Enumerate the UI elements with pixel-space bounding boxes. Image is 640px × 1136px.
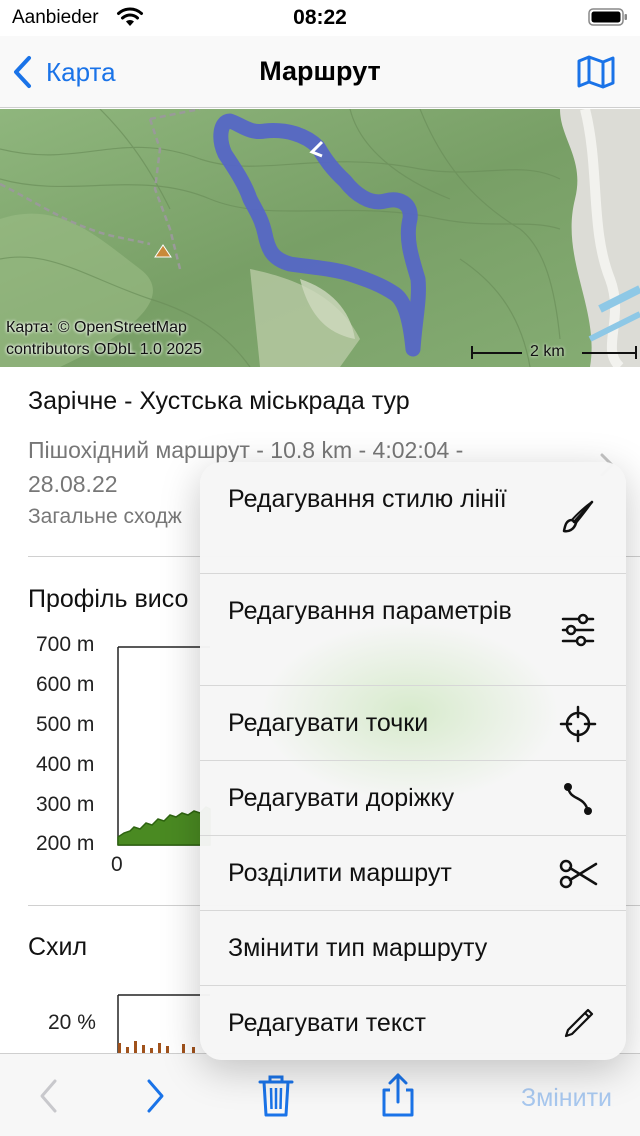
route-map[interactable]: Карта: © OpenStreetMap contributors ODbL… — [0, 109, 640, 367]
slope-bar — [166, 1046, 169, 1053]
context-menu: Редагування стилю лінії Редагування пара… — [200, 462, 626, 1060]
next-button[interactable] — [146, 1078, 166, 1114]
map-scale: 2 km — [470, 341, 640, 363]
map-attribution: Карта: © OpenStreetMap contributors ODbL… — [6, 319, 202, 358]
menu-item-label: Редагувати текст — [228, 1009, 426, 1037]
menu-item-label: Редагування стилю лінії — [228, 485, 507, 513]
clock: 08:22 — [293, 6, 347, 29]
menu-item-edit-line-style[interactable]: Редагування стилю лінії — [200, 462, 626, 574]
menu-item-change-route-type[interactable]: Змінити тип маршруту — [200, 911, 626, 986]
slope-bar — [142, 1045, 145, 1053]
brush-icon — [562, 500, 594, 533]
scissors-icon — [559, 859, 598, 889]
menu-item-label: Змінити тип маршруту — [228, 934, 488, 962]
battery-icon — [588, 8, 627, 26]
navigation-bar: Карта Маршрут — [0, 36, 640, 108]
menu-item-label: Редагувати точки — [228, 709, 429, 737]
menu-item-label: Редагувати доріжку — [228, 784, 455, 812]
scale-label: 2 km — [530, 343, 565, 360]
path-icon — [564, 783, 592, 815]
bottom-toolbar: Змінити — [0, 1053, 640, 1136]
menu-item-edit-track[interactable]: Редагувати доріжку — [200, 761, 626, 836]
pencil-icon — [564, 1008, 594, 1038]
menu-item-label: Редагування параметрів — [228, 597, 512, 625]
map-icon[interactable] — [576, 54, 616, 90]
slope-bar — [118, 1043, 121, 1053]
trash-icon[interactable] — [258, 1074, 294, 1118]
slope-bars — [118, 1041, 195, 1053]
menu-item-edit-parameters[interactable]: Редагування параметрів — [200, 574, 626, 686]
slope-bar — [134, 1041, 137, 1053]
slope-bar — [158, 1043, 161, 1053]
menu-item-label: Розділити маршрут — [228, 859, 452, 887]
menu-item-split-route[interactable]: Розділити маршрут — [200, 836, 626, 911]
status-bar: Aanbieder 08:22 — [0, 0, 640, 36]
slope-bar — [182, 1044, 185, 1053]
page-title: Маршрут — [259, 56, 381, 86]
crosshair-icon — [559, 705, 597, 743]
menu-item-edit-points[interactable]: Редагувати точки — [200, 686, 626, 761]
sliders-icon — [561, 613, 595, 647]
edit-button[interactable]: Змінити — [521, 1084, 612, 1113]
share-icon[interactable] — [380, 1072, 416, 1118]
menu-item-edit-text[interactable]: Редагувати текст — [200, 986, 626, 1060]
previous-button[interactable] — [38, 1078, 58, 1114]
